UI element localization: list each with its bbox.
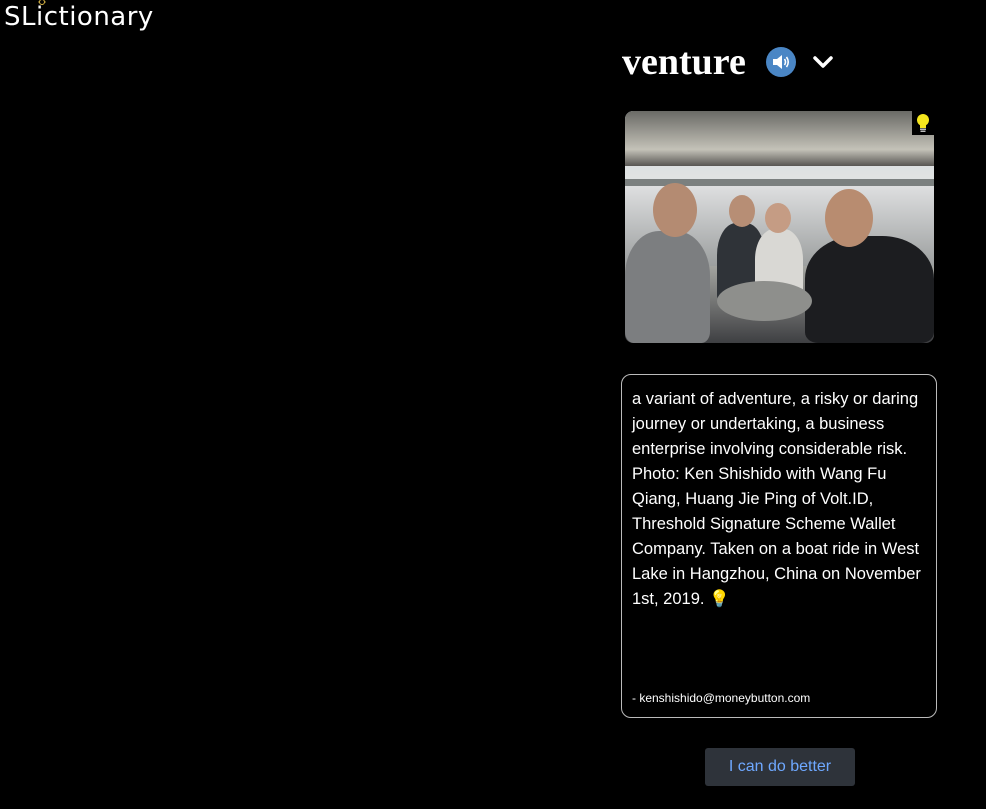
author-email[interactable]: - kenshishido@moneybutton.com xyxy=(632,691,810,705)
photo-person-left xyxy=(625,231,710,343)
speaker-icon[interactable] xyxy=(765,47,796,77)
i-can-do-better-button[interactable]: I can do better xyxy=(705,748,855,786)
photo-head-left xyxy=(653,183,697,237)
photo-boat-canopy xyxy=(625,111,934,166)
word-header: venture xyxy=(622,40,834,84)
definition-text: a variant of adventure, a risky or darin… xyxy=(632,390,921,608)
chevron-down-icon[interactable] xyxy=(812,51,834,73)
definition-card: a variant of adventure, a risky or darin… xyxy=(621,374,937,718)
logo-text: SLictionary xyxy=(4,2,154,32)
app-logo[interactable]: SLictionary xyxy=(4,0,154,32)
logo-bulb-icon xyxy=(38,0,46,5)
photo-head-mid1 xyxy=(729,195,755,227)
lightbulb-icon[interactable] xyxy=(912,111,934,135)
photo-table xyxy=(717,281,812,321)
photo-head-right xyxy=(825,189,873,247)
photo-person-right xyxy=(805,236,934,343)
photo-head-mid2 xyxy=(765,203,791,233)
word-photo xyxy=(625,111,934,343)
word-title: venture xyxy=(622,41,746,83)
